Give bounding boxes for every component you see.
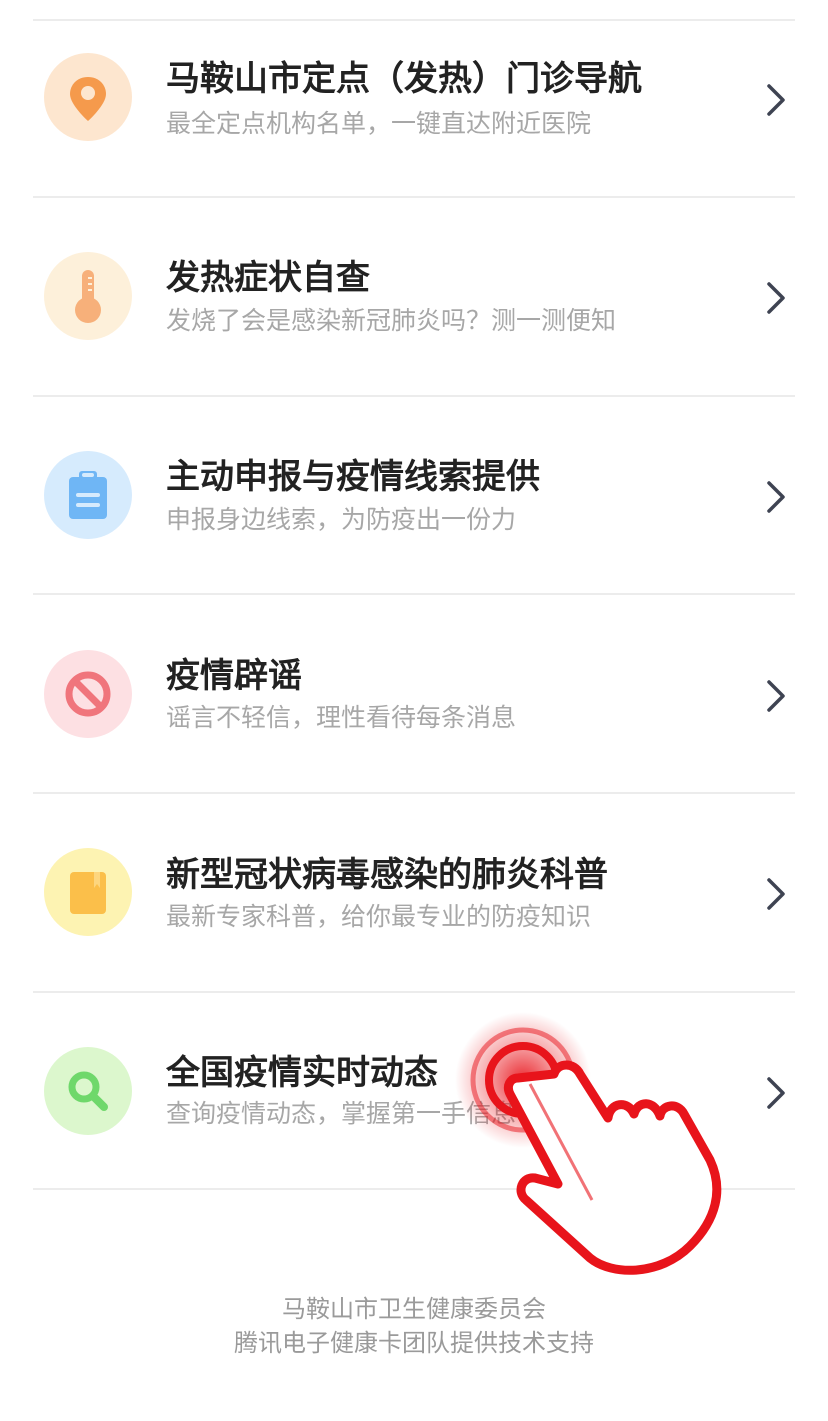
menu-item-title: 发热症状自查: [166, 258, 370, 298]
menu-item-title: 全国疫情实时动态: [166, 1053, 438, 1093]
menu-item-subtitle: 最全定点机构名单，一键直达附近医院: [166, 109, 592, 138]
location-pin-icon: [44, 53, 132, 141]
chevron-right-icon: [767, 282, 785, 314]
thermometer-icon: [44, 252, 132, 340]
chevron-right-icon: [767, 680, 785, 712]
menu-item-rumor-refutation[interactable]: 疫情辟谣 谣言不轻信，理性看待每条消息: [0, 595, 828, 791]
chevron-right-icon: [767, 481, 785, 513]
divider: [33, 1188, 795, 1190]
footer-organization: 马鞍山市卫生健康委员会: [282, 1295, 546, 1323]
menu-item-fever-clinic-navigation[interactable]: 马鞍山市定点（发热）门诊导航 最全定点机构名单，一键直达附近医院: [0, 21, 828, 217]
menu-item-subtitle: 最新专家科普，给你最专业的防疫知识: [166, 902, 592, 931]
menu-item-national-epidemic-updates[interactable]: 全国疫情实时动态 查询疫情动态，掌握第一手信息: [0, 993, 828, 1189]
menu-item-title: 新型冠状病毒感染的肺炎科普: [166, 855, 608, 895]
menu-item-subtitle: 谣言不轻信，理性看待每条消息: [166, 703, 517, 732]
chevron-right-icon: [767, 84, 785, 116]
chevron-right-icon: [767, 878, 785, 910]
menu-item-title: 疫情辟谣: [166, 656, 302, 696]
chevron-right-icon: [767, 1077, 785, 1109]
magnifier-icon: [44, 1047, 132, 1135]
menu-item-title: 马鞍山市定点（发热）门诊导航: [166, 59, 642, 99]
prohibited-icon: [44, 650, 132, 738]
clipboard-icon: [44, 451, 132, 539]
menu-item-report-clues[interactable]: 主动申报与疫情线索提供 申报身边线索，为防疫出一份力: [0, 397, 828, 593]
menu-item-fever-self-check[interactable]: 发热症状自查 发烧了会是感染新冠肺炎吗？测一测便知: [0, 198, 828, 394]
book-icon: [44, 848, 132, 936]
menu-item-pneumonia-science[interactable]: 新型冠状病毒感染的肺炎科普 最新专家科普，给你最专业的防疫知识: [0, 794, 828, 990]
menu-item-subtitle: 申报身边线索，为防疫出一份力: [166, 505, 517, 534]
menu-item-title: 主动申报与疫情线索提供: [166, 457, 540, 497]
menu-item-subtitle: 发烧了会是感染新冠肺炎吗？测一测便知: [166, 306, 617, 335]
menu-item-subtitle: 查询疫情动态，掌握第一手信息: [166, 1099, 517, 1128]
page: 马鞍山市定点（发热）门诊导航 最全定点机构名单，一键直达附近医院 发热症状自查 …: [0, 0, 828, 1421]
footer-tech-support: 腾讯电子健康卡团队提供技术支持: [234, 1329, 594, 1357]
footer: 马鞍山市卫生健康委员会 腾讯电子健康卡团队提供技术支持: [0, 1292, 828, 1360]
